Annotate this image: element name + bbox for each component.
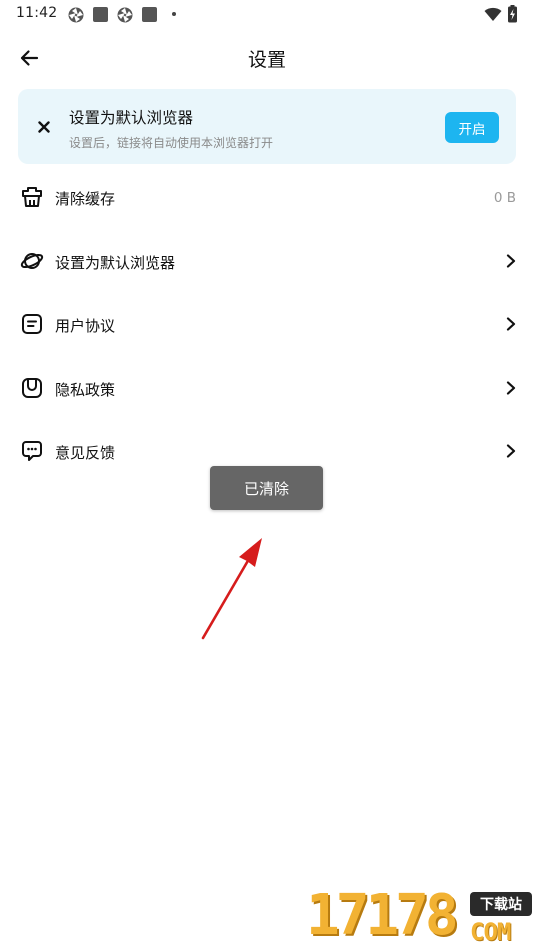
watermark-suffix: COM [470,918,511,946]
menu-item-privacy-policy[interactable]: 隐私政策 [0,357,534,421]
status-bar: 11:42 [0,0,534,30]
banner-close-button[interactable] [33,116,55,138]
app-square-icon-2 [142,7,157,22]
document-icon [20,312,44,336]
enable-default-browser-button[interactable]: 开启 [445,112,499,143]
cache-size-value: 0 B [493,190,516,206]
menu-item-user-agreement[interactable]: 用户协议 [0,293,534,357]
shield-icon [20,376,44,400]
default-browser-banner: 设置为默认浏览器 设置后，链接将自动使用本浏览器打开 开启 [18,89,516,164]
aperture-icon-2 [117,7,133,23]
basket-icon [20,185,44,209]
toast-message: 已清除 [210,466,323,510]
menu-label-user-agreement: 用户协议 [55,317,116,336]
chevron-right-icon [504,315,518,333]
planet-icon [20,249,44,273]
annotation-arrow-icon [201,538,262,640]
close-icon [38,121,50,133]
menu-label-feedback: 意见反馈 [55,444,116,463]
app-square-icon [93,7,108,22]
aperture-icon [68,7,84,23]
chevron-right-icon [504,252,518,270]
settings-menu: 清除缓存 0 B 设置为默认浏览器 用户协议 隐私政策 意见反馈 [0,166,534,484]
battery-charging-icon [508,5,517,23]
watermark-digits: 17178 [306,883,459,948]
chevron-right-icon [504,442,518,460]
wifi-icon [484,7,502,21]
app-bar: 设置 [0,32,534,84]
page-title: 设置 [247,49,286,71]
chevron-right-icon [504,379,518,397]
menu-label-clear-cache: 清除缓存 [55,190,116,208]
chat-icon [20,439,44,463]
site-watermark: 17178 下载站 COM [306,884,534,950]
watermark-badge: 下载站 [470,892,532,916]
menu-label-privacy-policy: 隐私政策 [55,380,116,399]
banner-title: 设置为默认浏览器 [69,109,194,127]
menu-item-default-browser[interactable]: 设置为默认浏览器 [0,230,534,294]
banner-subtitle: 设置后，链接将自动使用本浏览器打开 [69,136,274,150]
menu-item-clear-cache[interactable]: 清除缓存 0 B [0,166,534,230]
menu-label-default-browser: 设置为默认浏览器 [55,253,176,272]
status-time: 11:42 [16,5,58,21]
notification-dot-icon [172,12,176,16]
